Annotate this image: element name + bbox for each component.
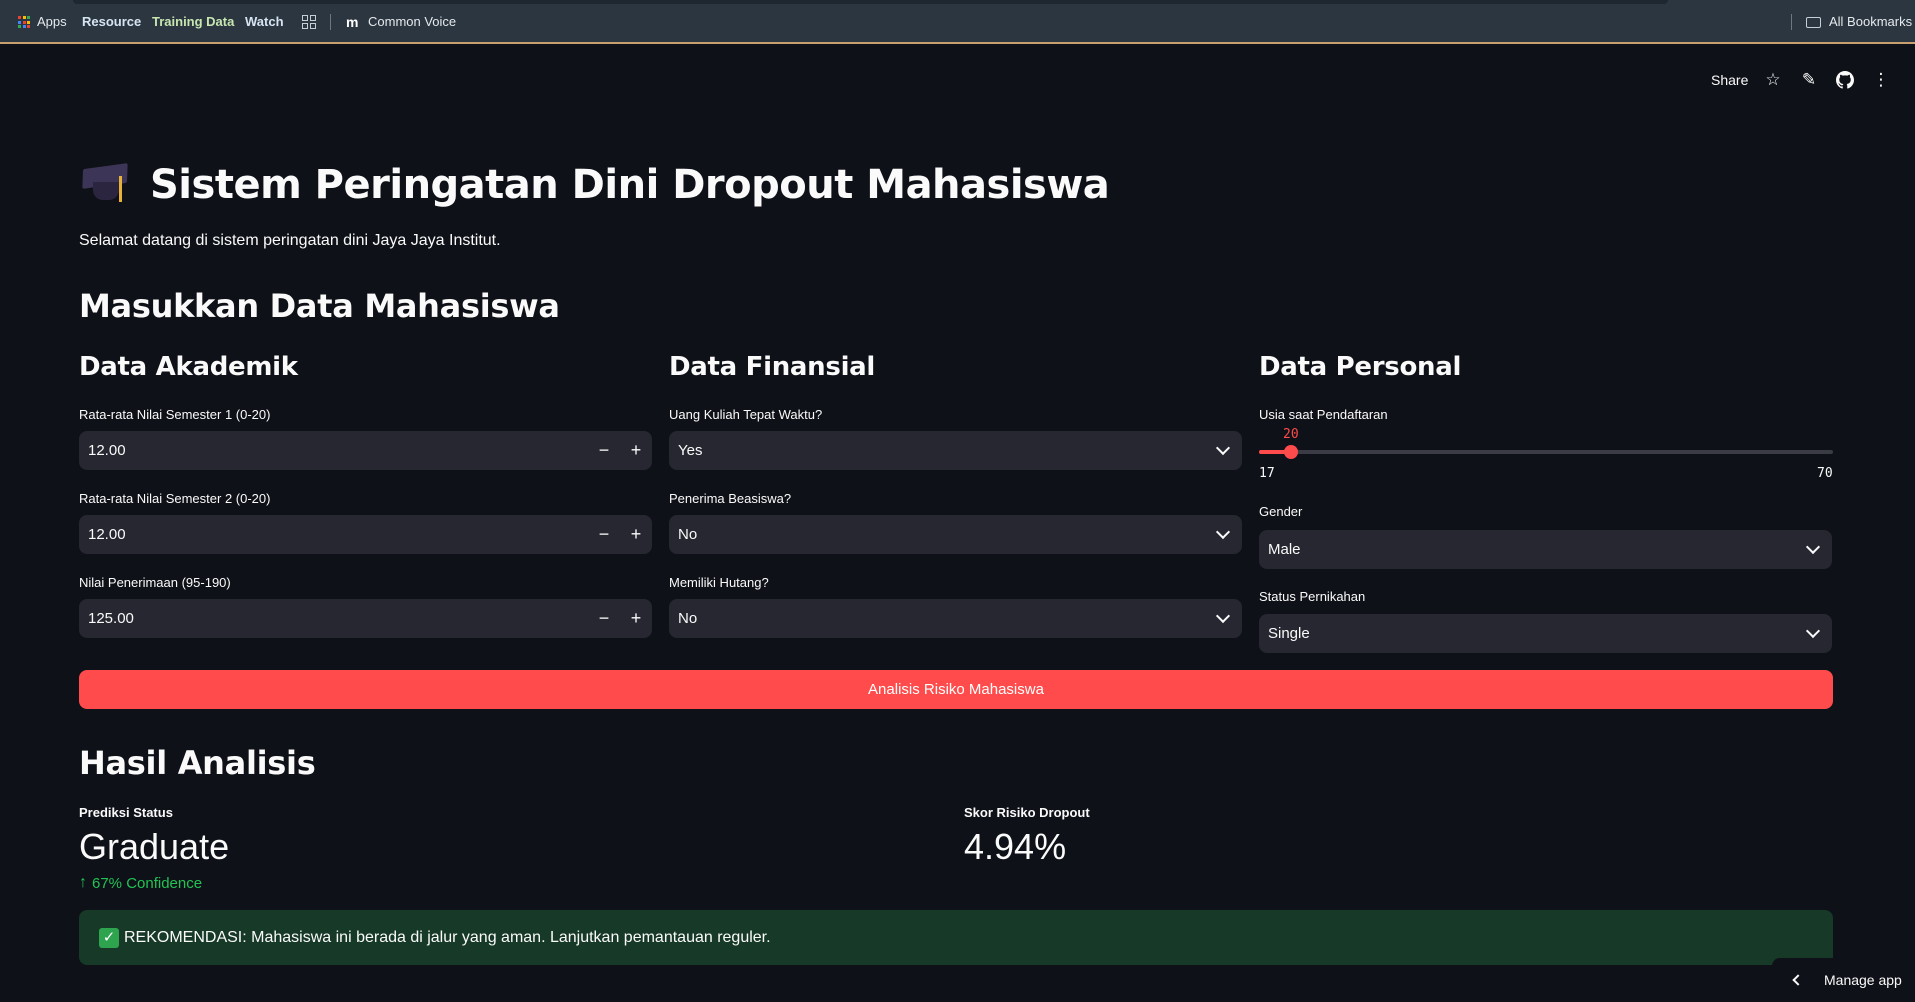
all-bookmarks[interactable]: All Bookmarks — [1806, 13, 1912, 31]
sem1-number-input[interactable]: 12.00 − + — [79, 431, 652, 470]
bookmarks-bar: Apps Resource Training Data Watch m Comm… — [0, 0, 1915, 44]
tuition-value: Yes — [678, 442, 703, 459]
status-metric-value: Graduate — [79, 826, 230, 867]
chevron-down-icon — [1215, 524, 1231, 540]
chevron-down-icon — [1805, 539, 1821, 555]
chevron-left-icon — [1792, 974, 1804, 986]
admission-decrement-button[interactable]: − — [588, 599, 620, 638]
sem2-value: 12.00 — [88, 526, 126, 543]
section-input-heading: Masukkan Data Mahasiswa — [79, 287, 560, 325]
marital-select[interactable]: Single — [1259, 614, 1832, 653]
page-title-row: Sistem Peringatan Dini Dropout Mahasiswa — [79, 160, 1110, 210]
recommendation-alert: ✓ REKOMENDASI: Mahasiswa ini berada di j… — [79, 910, 1833, 965]
akademik-heading: Data Akademik — [79, 352, 298, 382]
results-heading: Hasil Analisis — [79, 744, 316, 782]
gender-select[interactable]: Male — [1259, 530, 1832, 569]
debt-select[interactable]: No — [669, 599, 1242, 638]
more-icon[interactable]: ⋮ — [1871, 70, 1891, 90]
sem1-increment-button[interactable]: + — [620, 431, 652, 470]
graduation-cap-icon — [79, 160, 137, 210]
bookmark-training-data[interactable]: Training Data — [148, 13, 238, 31]
scholarship-select[interactable]: No — [669, 515, 1242, 554]
age-slider-thumb[interactable] — [1284, 445, 1298, 459]
confidence-delta: ↑ 67% Confidence — [79, 874, 202, 892]
manage-app-button[interactable]: Manage app — [1772, 958, 1915, 1002]
age-slider-value: 20 — [1283, 427, 1299, 442]
confidence-text: 67% Confidence — [92, 874, 203, 892]
age-slider-max: 70 — [1817, 466, 1833, 481]
debt-value: No — [678, 610, 698, 627]
age-slider-min: 17 — [1259, 466, 1275, 481]
sem2-stepper: − + — [588, 515, 652, 554]
bookmark-watch[interactable]: Watch — [241, 13, 288, 31]
marital-label: Status Pernikahan — [1259, 589, 1366, 604]
chevron-down-icon — [1215, 608, 1231, 624]
sem1-label: Rata-rata Nilai Semester 1 (0-20) — [79, 407, 271, 422]
github-icon[interactable] — [1835, 70, 1855, 90]
bookmark-separator-right — [1791, 14, 1792, 30]
sem1-stepper: − + — [588, 431, 652, 470]
admission-number-input[interactable]: 125.00 − + — [79, 599, 652, 638]
arrow-up-icon: ↑ — [79, 874, 87, 891]
chevron-down-icon — [1805, 623, 1821, 639]
scholarship-value: No — [678, 526, 698, 543]
gender-label: Gender — [1259, 504, 1303, 519]
common-voice-icon: m — [346, 14, 359, 30]
sem2-label: Rata-rata Nilai Semester 2 (0-20) — [79, 491, 271, 506]
sem2-increment-button[interactable]: + — [620, 515, 652, 554]
page-title: Sistem Peringatan Dini Dropout Mahasiswa — [150, 162, 1110, 208]
admission-increment-button[interactable]: + — [620, 599, 652, 638]
admission-value: 125.00 — [88, 610, 134, 627]
risk-metric-value: 4.94% — [964, 826, 1067, 867]
debt-label: Memiliki Hutang? — [669, 575, 769, 590]
check-icon: ✓ — [99, 927, 119, 948]
tuition-select[interactable]: Yes — [669, 431, 1242, 470]
personal-heading: Data Personal — [1259, 352, 1462, 382]
pencil-icon[interactable]: ✎ — [1799, 70, 1819, 90]
recommendation-text: REKOMENDASI: Mahasiswa ini berada di jal… — [124, 928, 771, 946]
sem2-decrement-button[interactable]: − — [588, 515, 620, 554]
age-slider[interactable] — [1259, 445, 1833, 459]
tab-groups-icon[interactable] — [302, 15, 316, 29]
finansial-heading: Data Finansial — [669, 352, 876, 382]
age-label: Usia saat Pendaftaran — [1259, 407, 1388, 422]
analyze-button[interactable]: Analisis Risiko Mahasiswa — [79, 670, 1833, 709]
sem2-number-input[interactable]: 12.00 − + — [79, 515, 652, 554]
gender-value: Male — [1268, 541, 1301, 558]
risk-metric-label: Skor Risiko Dropout — [964, 805, 1090, 820]
bookmark-common-voice[interactable]: m Common Voice — [346, 13, 456, 31]
bookmark-apps-label: Apps — [37, 14, 67, 29]
scholarship-label: Penerima Beasiswa? — [669, 491, 792, 506]
marital-value: Single — [1268, 625, 1310, 642]
sem1-value: 12.00 — [88, 442, 126, 459]
apps-grid-icon — [18, 16, 30, 28]
folder-icon — [1806, 16, 1821, 28]
admission-stepper: − + — [588, 599, 652, 638]
star-icon[interactable]: ☆ — [1763, 70, 1783, 90]
bookmark-common-voice-label: Common Voice — [368, 14, 457, 29]
tuition-label: Uang Kuliah Tepat Waktu? — [669, 407, 823, 422]
chevron-down-icon — [1215, 440, 1231, 456]
bookmark-separator — [330, 14, 331, 30]
share-button[interactable]: Share — [1711, 72, 1748, 88]
welcome-text: Selamat datang di sistem peringatan dini… — [79, 232, 501, 249]
sem1-decrement-button[interactable]: − — [588, 431, 620, 470]
bookmark-apps[interactable]: Apps — [18, 13, 67, 31]
status-metric-label: Prediksi Status — [79, 805, 173, 820]
all-bookmarks-label: All Bookmarks — [1829, 14, 1913, 29]
bookmark-resource[interactable]: Resource — [78, 13, 145, 31]
manage-app-label: Manage app — [1824, 972, 1902, 988]
browser-top-strip — [73, 0, 1668, 4]
admission-label: Nilai Penerimaan (95-190) — [79, 575, 231, 590]
